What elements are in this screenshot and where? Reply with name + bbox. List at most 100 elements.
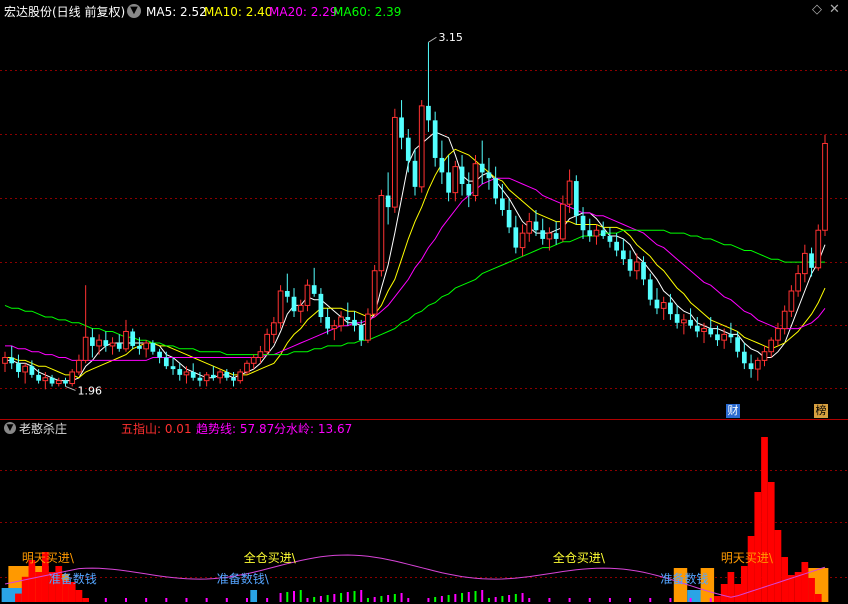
candle-body bbox=[654, 299, 660, 309]
candle-body bbox=[553, 233, 559, 239]
candle-body bbox=[36, 374, 41, 381]
candle-body bbox=[486, 172, 492, 179]
indicator-bar bbox=[427, 598, 430, 602]
candle-body bbox=[385, 195, 391, 208]
candle-body bbox=[371, 270, 378, 315]
candle-body bbox=[304, 284, 311, 306]
indicator-bar bbox=[629, 598, 632, 602]
candle-body bbox=[90, 337, 95, 346]
candle-body bbox=[9, 357, 15, 364]
candle-body bbox=[244, 362, 250, 373]
wuzhishan-legend: 五指山: 0.01 bbox=[121, 422, 192, 436]
candle-body bbox=[271, 322, 277, 335]
candle-body bbox=[22, 365, 29, 373]
ma10-legend: MA10: 2.40 bbox=[204, 5, 273, 19]
diamond-icon[interactable]: ◇ bbox=[812, 3, 822, 17]
candle-body bbox=[29, 366, 35, 375]
indicator-bar bbox=[299, 590, 302, 602]
indicator-bar bbox=[319, 596, 322, 602]
candle-body bbox=[123, 330, 129, 350]
indicator-bar bbox=[245, 598, 248, 602]
indicator-bar bbox=[145, 598, 148, 602]
candle-body bbox=[452, 166, 459, 194]
candle-body bbox=[211, 374, 216, 378]
candle-body bbox=[822, 142, 828, 231]
candle-body bbox=[76, 359, 82, 373]
indicator-bar bbox=[326, 595, 329, 602]
candle-body bbox=[157, 351, 162, 358]
indicator-bar bbox=[487, 598, 490, 602]
indicator-red-bar bbox=[82, 598, 90, 602]
candle-body bbox=[493, 178, 499, 199]
candle-body bbox=[69, 371, 76, 385]
indicator-bar bbox=[689, 598, 692, 602]
candle-body bbox=[358, 325, 364, 341]
indicator-bar bbox=[608, 598, 611, 602]
candle-body bbox=[546, 232, 553, 240]
candle-body bbox=[647, 279, 653, 300]
indicator-bar bbox=[400, 593, 403, 602]
candle-body bbox=[331, 325, 338, 330]
candle-body bbox=[633, 261, 640, 272]
candle-body bbox=[391, 116, 398, 208]
indicator-bar bbox=[185, 598, 188, 602]
candle-body bbox=[513, 227, 519, 248]
candle-body bbox=[183, 371, 190, 376]
indicator-collapse-icon[interactable]: ▼ bbox=[4, 422, 16, 434]
ranking-marker[interactable]: 榜 bbox=[814, 404, 828, 418]
ma60-legend: MA60: 2.39 bbox=[333, 5, 402, 19]
candle-body bbox=[399, 117, 404, 138]
candle-body bbox=[109, 342, 116, 347]
candle-body bbox=[593, 229, 600, 237]
signal-label: 准备数钱 bbox=[49, 571, 97, 586]
candle-body bbox=[668, 302, 673, 315]
candle-body bbox=[224, 371, 230, 378]
signal-label: 明天买进\ bbox=[721, 551, 774, 565]
candle-body bbox=[257, 351, 264, 359]
indicator-red-bar bbox=[754, 492, 762, 602]
signal-label: 准备数钱\ bbox=[217, 571, 270, 586]
indicator-bar bbox=[333, 594, 336, 602]
indicator-bar bbox=[440, 596, 443, 602]
indicator-bar bbox=[366, 598, 369, 602]
candle-body bbox=[82, 336, 89, 361]
indicator-bar bbox=[225, 598, 228, 602]
candle-body bbox=[96, 339, 102, 347]
candle bbox=[391, 108, 398, 213]
candle-body bbox=[197, 377, 203, 381]
indicator-bar bbox=[387, 595, 390, 602]
candle-body bbox=[203, 374, 210, 382]
candle-body bbox=[674, 314, 680, 323]
candle-body bbox=[815, 229, 822, 269]
candle-body bbox=[641, 262, 646, 280]
indicator-red-bar bbox=[740, 566, 748, 602]
candle-body bbox=[735, 337, 740, 352]
candle-body bbox=[163, 357, 169, 367]
chart-canvas: 3.151.96 明天买进\准备数钱全仓买进\准备数钱\全仓买进\准备数钱明天买… bbox=[0, 0, 848, 604]
indicator-red-bar bbox=[714, 596, 721, 602]
fenshuiling-legend: 分水岭: 13.67 bbox=[274, 422, 353, 436]
candle-body bbox=[297, 304, 304, 312]
candle-body bbox=[143, 342, 149, 350]
close-icon[interactable]: ✕ bbox=[829, 3, 840, 17]
indicator-bar bbox=[279, 593, 282, 602]
candle-body bbox=[130, 331, 136, 346]
candle-body bbox=[439, 157, 445, 173]
high-price-label: 3.15 bbox=[438, 31, 463, 44]
candle-body bbox=[264, 333, 270, 353]
candle-body bbox=[352, 319, 357, 326]
candle-body bbox=[345, 317, 351, 320]
financial-marker[interactable]: 财 bbox=[726, 404, 740, 418]
collapse-toggle-icon[interactable]: ▼ bbox=[127, 4, 141, 18]
candle-body bbox=[291, 296, 297, 312]
indicator-bar bbox=[447, 595, 450, 602]
low-price-label: 1.96 bbox=[77, 384, 102, 397]
indicator-bar bbox=[508, 595, 511, 602]
candle-body bbox=[768, 339, 775, 353]
indicator-bar bbox=[346, 592, 349, 602]
candle-body bbox=[708, 328, 714, 335]
candle-body bbox=[506, 210, 512, 228]
candle-body bbox=[788, 290, 795, 312]
indicator-bar bbox=[205, 598, 208, 602]
candle-body bbox=[621, 250, 626, 260]
